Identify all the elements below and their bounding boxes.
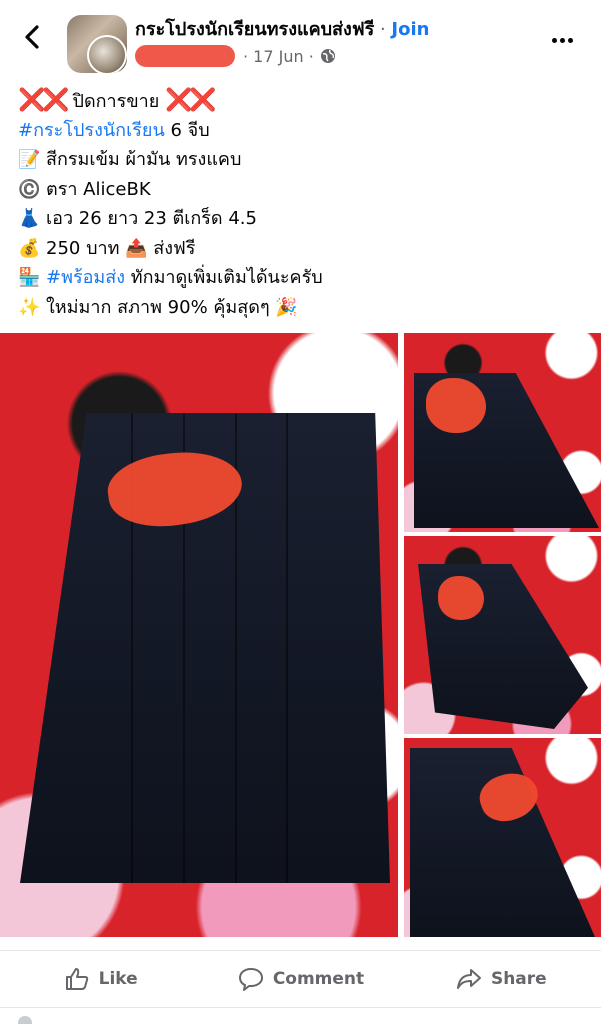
contact-text: ทักมาดูเพิ่มเติมได้นะครับ xyxy=(125,267,323,288)
post-meta: · 17 Jun · xyxy=(135,45,336,67)
free-shipping-text: ส่งฟรี xyxy=(153,237,196,259)
memo-icon: 📝 xyxy=(18,149,41,170)
brand-text: ตรา AliceBK xyxy=(46,178,151,200)
group-title-row: กระโปรงนักเรียนทรงแคบส่งฟรี · Join xyxy=(135,14,429,43)
more-options-button[interactable] xyxy=(552,28,582,46)
dress-icon: 👗 xyxy=(18,208,41,229)
share-label: Share xyxy=(490,969,547,989)
post-line-color: 📝 สีกรมเข้ม ผ้ามัน ทรงแคบ xyxy=(18,145,588,175)
convenience-store-icon: 🏪 xyxy=(18,267,41,288)
pleat-count-text: 6 จีบ xyxy=(164,119,210,141)
photo-thumb-3[interactable] xyxy=(404,738,601,937)
redacted-label xyxy=(438,576,484,620)
more-dots-icon xyxy=(560,38,565,43)
next-item-edge xyxy=(18,1016,32,1024)
back-button[interactable] xyxy=(18,22,48,52)
cross-mark-icon: ❌❌ xyxy=(165,88,217,113)
post-line-condition: ✨ ใหม่มาก สภาพ 90% คุ้มสุดๆ 🎉 xyxy=(18,293,588,323)
hashtag-link[interactable]: #กระโปรงนักเรียน xyxy=(18,120,165,141)
globe-icon xyxy=(320,49,335,63)
photo-thumb-2[interactable] xyxy=(404,536,601,734)
post-line-hashtag: #กระโปรงนักเรียน 6 จีบ xyxy=(18,116,588,146)
group-avatar[interactable] xyxy=(67,15,127,73)
post-header: กระโปรงนักเรียนทรงแคบส่งฟรี · Join · 17 … xyxy=(0,0,601,82)
photo-thumb-1[interactable] xyxy=(404,333,601,532)
outbox-tray-icon: 📤 xyxy=(125,237,148,259)
post-line-price: 💰 250 บาท 📤 ส่งฟรี xyxy=(18,234,588,264)
post-line-brand: ©️ ตรา AliceBK xyxy=(18,175,588,205)
share-arrow-icon xyxy=(456,969,481,989)
post-line-size: 👗 เอว 26 ยาว 23 ตีเกร็ด 4.5 xyxy=(18,204,588,234)
closed-sale-text: ปิดการขาย xyxy=(72,91,160,112)
redacted-author-name xyxy=(135,45,235,67)
size-text: เอว 26 ยาว 23 ตีเกร็ด 4.5 xyxy=(46,208,257,229)
party-popper-icon: 🎉 xyxy=(275,296,298,318)
post-line-ready: 🏪 #พร้อมส่ง ทักมาดูเพิ่มเติมได้นะครับ xyxy=(18,263,588,293)
chevron-left-icon xyxy=(25,25,39,49)
more-dots-icon xyxy=(552,38,557,43)
post-line-closed: ❌❌ ปิดการขาย ❌❌ xyxy=(18,86,588,116)
color-text: สีกรมเข้ม ผ้ามัน ทรงแคบ xyxy=(46,149,242,170)
comment-button[interactable]: Comment xyxy=(200,951,400,1007)
like-button[interactable]: Like xyxy=(0,951,200,1007)
post-body: ❌❌ ปิดการขาย ❌❌ #กระโปรงนักเรียน 6 จีบ 📝… xyxy=(18,86,588,322)
title-separator: · xyxy=(374,19,392,40)
like-label: Like xyxy=(98,969,138,989)
user-avatar[interactable] xyxy=(87,35,127,73)
photo-main[interactable] xyxy=(0,333,398,937)
condition-text: ใหม่มาก สภาพ 90% คุ้มสุดๆ xyxy=(46,296,270,318)
cross-mark-icon: ❌❌ xyxy=(18,88,70,113)
money-bag-icon: 💰 xyxy=(18,237,41,259)
share-button[interactable]: Share xyxy=(401,951,601,1007)
redacted-label xyxy=(426,378,486,433)
thumbs-up-icon xyxy=(65,968,88,990)
join-button[interactable]: Join xyxy=(391,19,429,40)
hashtag-link[interactable]: #พร้อมส่ง xyxy=(46,267,125,288)
sparkles-icon: ✨ xyxy=(18,296,41,318)
photo-grid xyxy=(0,333,601,937)
post-action-bar: Like Comment Share xyxy=(0,950,601,1008)
comment-bubble-icon xyxy=(238,968,263,991)
post-date[interactable]: · 17 Jun · xyxy=(243,47,314,66)
skirt-pleat xyxy=(286,413,289,883)
comment-label: Comment xyxy=(272,969,365,989)
price-text: 250 บาท xyxy=(46,237,120,259)
group-name[interactable]: กระโปรงนักเรียนทรงแคบส่งฟรี xyxy=(135,19,374,40)
copyright-icon: ©️ xyxy=(18,178,41,200)
more-dots-icon xyxy=(568,38,573,43)
